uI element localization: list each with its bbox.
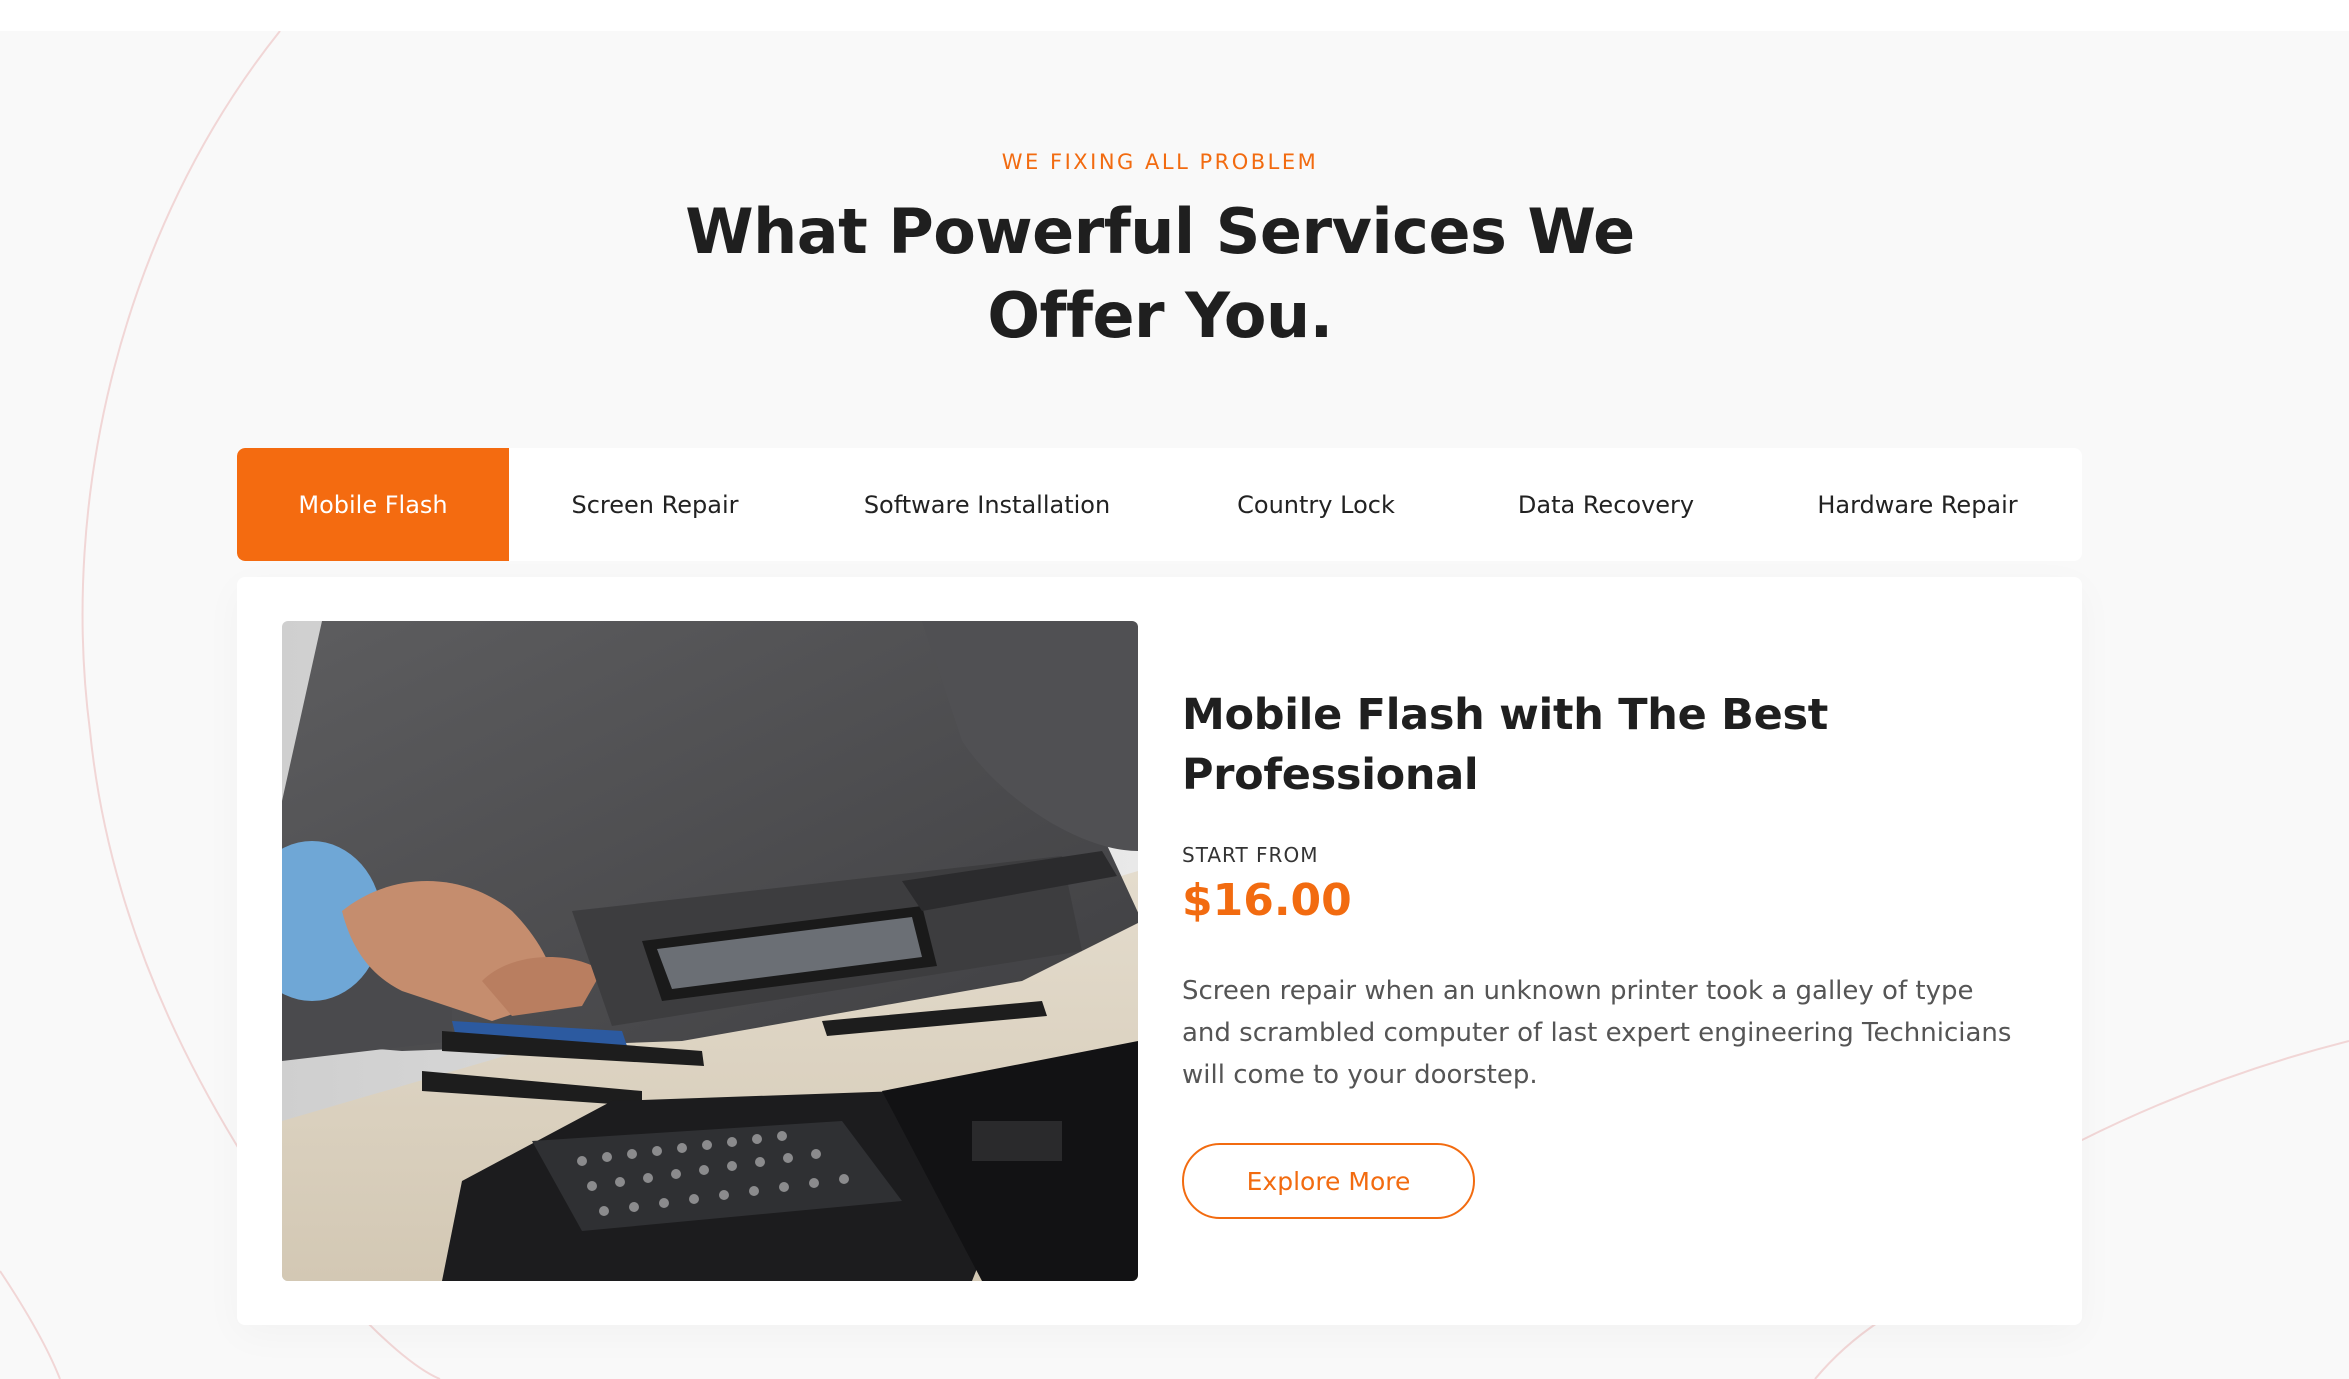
service-title: Mobile Flash with The Best Professional xyxy=(1182,690,1828,800)
service-tabs: Mobile Flash Screen Repair Software Inst… xyxy=(237,448,2082,561)
tab-hardware-repair[interactable]: Hardware Repair xyxy=(1753,448,2082,561)
service-card: Mobile Flash with The Best Professional … xyxy=(237,577,2082,1325)
explore-more-button[interactable]: Explore More xyxy=(1182,1143,1475,1219)
section-heading-line-2: Offer You. xyxy=(987,279,1333,352)
technician-repairing-phone-image xyxy=(282,621,1138,1281)
tab-screen-repair[interactable]: Screen Repair xyxy=(509,448,801,561)
section-heading-line-1: What Powerful Services We xyxy=(685,195,1635,268)
section-heading: What Powerful Services We Offer You. xyxy=(660,190,1660,358)
tab-software-installation[interactable]: Software Installation xyxy=(801,448,1173,561)
section-eyebrow: WE FIXING ALL PROBLEM xyxy=(1001,150,1319,174)
service-price: $16.00 xyxy=(1182,875,1352,926)
service-description: Screen repair when an unknown printer to… xyxy=(1182,976,2012,1090)
start-from-label: START FROM xyxy=(1182,843,1319,867)
page: WE FIXING ALL PROBLEM What Powerful Serv… xyxy=(0,0,2349,1379)
tab-country-lock[interactable]: Country Lock xyxy=(1173,448,1459,561)
tab-mobile-flash[interactable]: Mobile Flash xyxy=(237,448,509,561)
tab-data-recovery[interactable]: Data Recovery xyxy=(1459,448,1753,561)
